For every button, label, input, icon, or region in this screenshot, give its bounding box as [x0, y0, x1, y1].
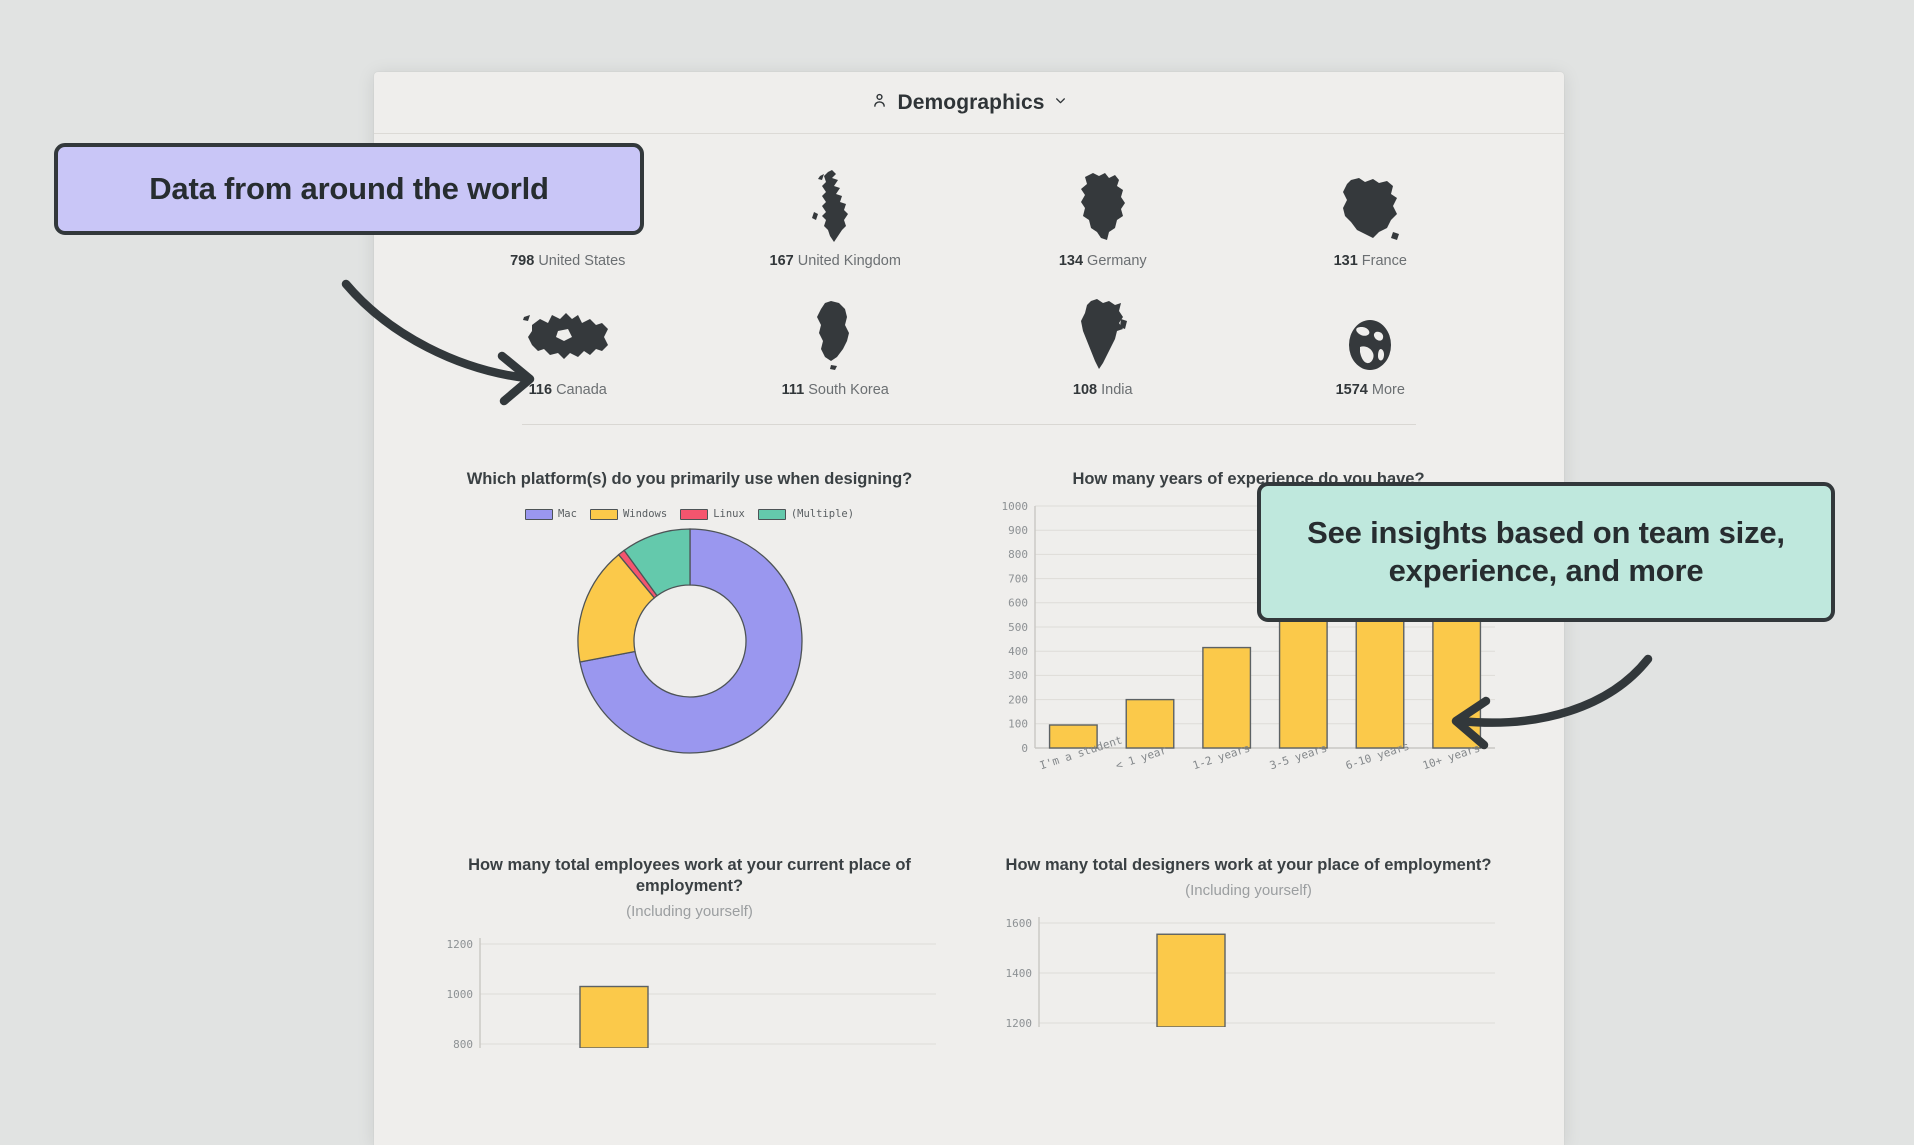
bar[interactable]: [1202, 646, 1252, 749]
donut-chart[interactable]: [428, 526, 951, 756]
chart-legend: Mac Windows Linux (Multiple): [428, 508, 951, 520]
legend-item-multiple[interactable]: (Multiple): [757, 508, 855, 521]
country-label: 167 United Kingdom: [769, 253, 901, 269]
y-tick-label: 1400: [1006, 967, 1033, 980]
callout-see-insights: See insights based on team size, experie…: [1257, 482, 1835, 622]
country-label: 111 South Korea: [781, 382, 889, 398]
bar[interactable]: [1125, 699, 1175, 749]
y-tick-label: 500: [1008, 621, 1028, 634]
designers-bar-svg: 1200 1400 1600: [1006, 917, 1495, 1030]
legend-label: Linux: [713, 508, 745, 521]
y-tick-label: 400: [1008, 645, 1028, 658]
chart-subtitle: (Including yourself): [1185, 882, 1312, 900]
y-tick-label: 600: [1008, 597, 1028, 610]
bar[interactable]: [1156, 933, 1226, 1028]
arrow-to-countries-icon: [341, 279, 535, 406]
country-item-india[interactable]: 108 India: [969, 295, 1237, 398]
map-india-icon: [1075, 295, 1131, 373]
country-item-more[interactable]: 1574 More: [1237, 295, 1505, 398]
chart-employees: How many total employees work at your cu…: [428, 855, 951, 1053]
callout-text: Data from around the world: [149, 171, 549, 207]
employees-plot[interactable]: 800 1000 1200: [428, 938, 951, 1053]
chart-row-2: How many total employees work at your cu…: [428, 855, 1510, 1053]
legend-item-windows[interactable]: Windows: [589, 508, 668, 521]
country-item-germany[interactable]: 134 Germany: [969, 166, 1237, 269]
country-label: 1574 More: [1335, 382, 1405, 398]
y-tick-label: 300: [1008, 669, 1028, 682]
arrow-to-experience-chart-icon: [1451, 654, 1653, 750]
map-germany-icon: [1075, 166, 1131, 244]
legend-item-linux[interactable]: Linux: [680, 508, 745, 520]
legend-item-mac[interactable]: Mac: [524, 508, 577, 521]
country-item-france[interactable]: 131 France: [1237, 166, 1505, 269]
country-item-south-korea[interactable]: 111 South Korea: [702, 295, 970, 398]
y-tick-label: 900: [1008, 524, 1028, 537]
map-france-icon: [1335, 166, 1405, 244]
y-tick-label: 1200: [1006, 1017, 1033, 1027]
legend-swatch-mac: [524, 508, 553, 520]
chevron-down-icon[interactable]: [1054, 94, 1067, 112]
y-tick-label: 1600: [1006, 917, 1033, 930]
designers-plot[interactable]: 1200 1400 1600: [987, 917, 1510, 1032]
bar[interactable]: [579, 986, 649, 1050]
legend-swatch-linux: [680, 508, 709, 520]
callout-data-from-around-the-world: Data from around the world: [54, 143, 644, 235]
chart-title: Which platform(s) do you primarily use w…: [466, 470, 913, 488]
legend-label: (Multiple): [790, 508, 855, 521]
legend-swatch-multiple: [757, 508, 786, 520]
y-tick-label: 100: [1008, 718, 1028, 731]
country-item-united-kingdom[interactable]: 167 United Kingdom: [702, 166, 970, 269]
y-tick-label: 800: [1008, 548, 1028, 561]
country-label: 108 India: [1072, 382, 1133, 398]
legend-label: Windows: [622, 508, 668, 521]
panel-header: Demographics: [374, 72, 1564, 134]
y-tick-label: 1000: [1002, 500, 1029, 513]
y-tick-label: 700: [1008, 573, 1028, 586]
y-tick-label: 1200: [447, 938, 474, 951]
country-label: 134 Germany: [1058, 253, 1147, 269]
screen: Demographics 798 United States 167 Unite…: [0, 0, 1914, 1145]
country-label: 131 France: [1333, 253, 1407, 269]
employees-bar-svg: 800 1000 1200: [447, 938, 936, 1051]
y-tick-label: 0: [1021, 742, 1028, 755]
y-tick-label: 1000: [447, 988, 474, 1001]
donut-svg: [576, 528, 803, 754]
chart-title: How many total designers work at your pl…: [1005, 856, 1492, 875]
chart-title: How many total employees work at your cu…: [468, 856, 911, 896]
chart-subtitle: (Including yourself): [626, 903, 753, 921]
country-row: 116 Canada 111 South Korea 108 India 157…: [434, 295, 1504, 398]
globe-icon: [1343, 295, 1397, 373]
chart-designers: How many total designers work at your pl…: [987, 855, 1510, 1053]
legend-label: Mac: [557, 508, 577, 521]
y-tick-label: 200: [1008, 694, 1028, 707]
callout-text: See insights based on team size, experie…: [1307, 515, 1785, 588]
legend-swatch-windows: [589, 508, 618, 520]
map-south-korea-icon: [811, 295, 859, 373]
map-united-kingdom-icon: [808, 166, 862, 244]
person-icon: [871, 92, 888, 114]
chart-platforms: Which platform(s) do you primarily use w…: [428, 469, 951, 785]
y-tick-label: 800: [453, 1038, 473, 1048]
page-title: Demographics: [897, 90, 1045, 114]
